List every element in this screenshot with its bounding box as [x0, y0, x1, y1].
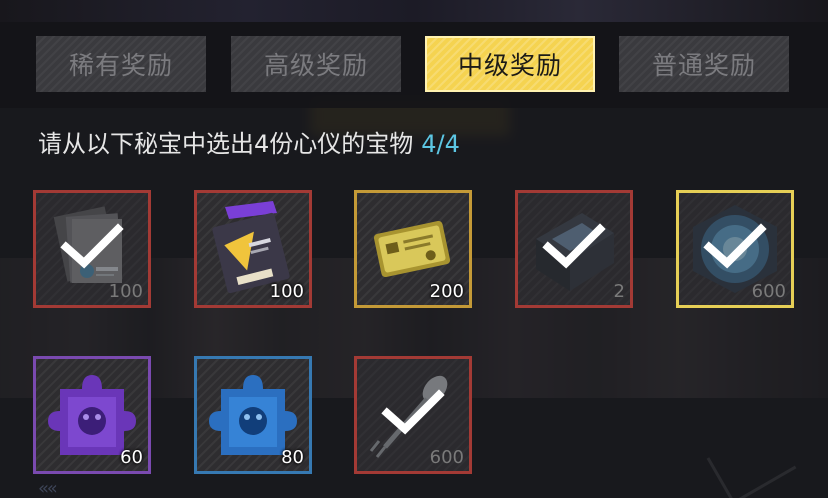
item-card-crystal-box[interactable]: 2: [515, 190, 633, 308]
item-quantity: 600: [429, 447, 464, 468]
reward-tab-bar: 稀有奖励 高级奖励 中级奖励 普通奖励: [0, 22, 828, 108]
item-quantity: 600: [751, 281, 786, 302]
item-quantity: 100: [269, 281, 304, 302]
tab-intermediate-reward[interactable]: 中级奖励: [425, 36, 595, 92]
checkmark-icon: [703, 223, 767, 269]
checkmark-icon: [542, 223, 606, 269]
checkmark-icon: [60, 223, 124, 269]
item-quantity: 2: [613, 281, 625, 302]
selection-counter: 4/4: [421, 130, 460, 158]
item-quantity: 60: [120, 447, 143, 468]
item-quantity: 200: [429, 281, 464, 302]
item-card-purple-puzzle[interactable]: 60: [33, 356, 151, 474]
item-card-blue-puzzle[interactable]: 80: [194, 356, 312, 474]
checkmark-icon: [381, 389, 445, 435]
item-card-purple-ticket[interactable]: 100: [194, 190, 312, 308]
item-card-blue-orb[interactable]: 600: [676, 190, 794, 308]
item-quantity: 80: [281, 447, 304, 468]
instruction-text: 请从以下秘宝中选出4份心仪的宝物: [38, 130, 414, 158]
item-quantity: 100: [108, 281, 143, 302]
tab-advanced-reward[interactable]: 高级奖励: [231, 36, 401, 92]
tab-rare-reward[interactable]: 稀有奖励: [36, 36, 206, 92]
item-card-logs-document[interactable]: 100: [33, 190, 151, 308]
item-card-spoon-fork[interactable]: 600: [354, 356, 472, 474]
tab-common-reward[interactable]: 普通奖励: [619, 36, 789, 92]
item-card-gold-card[interactable]: 200: [354, 190, 472, 308]
background-top-strip: [0, 0, 828, 22]
selection-instruction: 请从以下秘宝中选出4份心仪的宝物 4/4: [38, 126, 460, 162]
